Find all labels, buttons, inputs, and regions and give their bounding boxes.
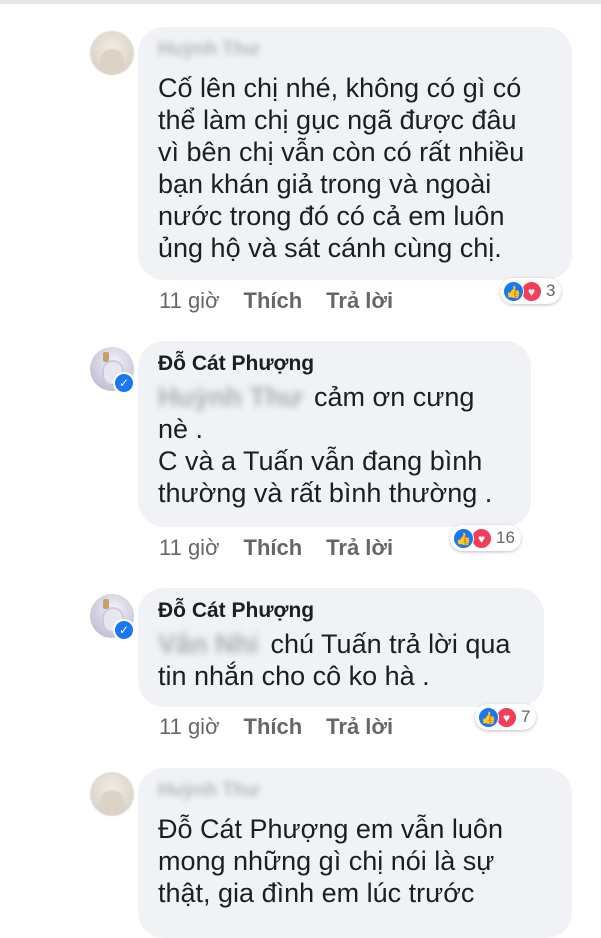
- comment-bubble: Đỗ Cát Phượng Huỳnh Thư cảm ơn cưng nè . …: [138, 341, 531, 527]
- mention-tag[interactable]: Huỳnh Thư: [158, 381, 302, 413]
- mention-tag[interactable]: Vân Nhi: [158, 628, 259, 660]
- avatar[interactable]: [90, 31, 134, 75]
- comment-bubble: Đỗ Cát Phượng Vân Nhi chú Tuấn trả lời qu…: [138, 588, 544, 707]
- reaction-summary[interactable]: 👍 ♥ 3: [500, 278, 562, 304]
- love-reaction-icon: ♥: [496, 706, 517, 728]
- comment-text: Huỳnh Thư cảm ơn cưng nè . C và a Tuấn vẫ…: [158, 381, 511, 509]
- comment-timestamp[interactable]: 11 giờ: [159, 535, 220, 561]
- comment-text: Đỗ Cát Phượng em vẫn luôn mong những gì …: [158, 814, 503, 908]
- love-reaction-icon: ♥: [471, 527, 492, 549]
- comment-actions: 11 giờ Thích Trả lời: [159, 714, 417, 740]
- comment-author[interactable]: Đỗ Cát Phượng: [158, 599, 524, 623]
- love-reaction-icon: ♥: [521, 280, 542, 302]
- like-reaction-icon: 👍: [503, 280, 524, 302]
- like-link[interactable]: Thích: [244, 714, 303, 740]
- like-link[interactable]: Thích: [244, 288, 303, 314]
- comment-actions: 11 giờ Thích Trả lời: [159, 535, 417, 561]
- reply-link[interactable]: Trả lời: [326, 714, 393, 740]
- reaction-count: 7: [521, 707, 531, 726]
- comment-author[interactable]: Đỗ Cát Phượng: [158, 352, 511, 376]
- comment-bubble: Huỳnh Thư Cố lên chị nhé, không có gì có…: [138, 27, 572, 280]
- comment-text: Cố lên chị nhé, không có gì có thể làm c…: [158, 73, 525, 263]
- like-reaction-icon: 👍: [453, 527, 474, 549]
- comment-actions: 11 giờ Thích Trả lời: [159, 288, 417, 314]
- reply-link[interactable]: Trả lời: [326, 535, 393, 561]
- comment-timestamp[interactable]: 11 giờ: [159, 288, 220, 314]
- comment-text: Vân Nhi chú Tuấn trả lời qua tin nhắn cho…: [158, 628, 524, 692]
- comment-author[interactable]: Huỳnh Thư: [158, 779, 552, 803]
- reply-link[interactable]: Trả lời: [326, 288, 393, 314]
- reaction-count: 16: [496, 528, 515, 547]
- reaction-summary[interactable]: 👍 ♥ 16: [450, 525, 521, 551]
- verified-badge-icon: ✓: [113, 619, 135, 641]
- verified-badge-icon: ✓: [113, 372, 135, 394]
- comment-timestamp[interactable]: 11 giờ: [159, 714, 220, 740]
- like-reaction-icon: 👍: [478, 706, 499, 728]
- avatar[interactable]: [90, 772, 134, 816]
- reaction-summary[interactable]: 👍 ♥ 7: [475, 704, 537, 730]
- top-divider: [0, 0, 601, 4]
- comment-author[interactable]: Huỳnh Thư: [158, 38, 552, 62]
- like-link[interactable]: Thích: [244, 535, 303, 561]
- reaction-count: 3: [546, 281, 556, 300]
- comment-bubble: Huỳnh Thư Đỗ Cát Phượng em vẫn luôn mong…: [138, 768, 572, 938]
